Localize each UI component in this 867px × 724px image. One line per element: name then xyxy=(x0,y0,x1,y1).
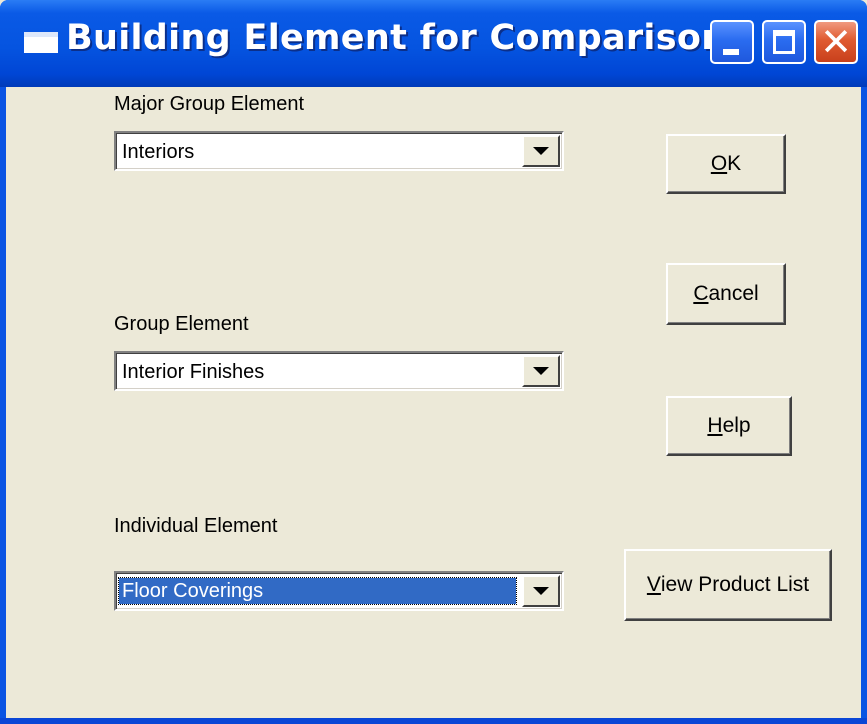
view-button-mnemonic: V xyxy=(646,573,661,596)
cancel-button[interactable]: Cancel xyxy=(666,263,786,325)
individual-combobox[interactable]: Floor Coverings xyxy=(114,571,564,611)
group-combobox[interactable]: Interior Finishes xyxy=(114,351,564,391)
group-label: Group Element xyxy=(114,313,249,335)
chevron-down-icon[interactable] xyxy=(522,575,560,607)
individual-value: Floor Coverings xyxy=(118,577,517,605)
dialog-window: Building Element for Comparison ✕ Major … xyxy=(0,0,867,724)
view-product-list-button[interactable]: View Product List xyxy=(624,549,832,621)
close-button[interactable]: ✕ xyxy=(814,20,858,64)
chevron-down-icon[interactable] xyxy=(522,135,560,167)
chevron-down-icon[interactable] xyxy=(522,355,560,387)
window-bottom-border xyxy=(0,718,867,724)
maximize-icon xyxy=(773,30,795,54)
cancel-button-mnemonic: C xyxy=(693,282,709,305)
individual-label: Individual Element xyxy=(114,515,278,537)
major-group-combobox[interactable]: Interiors xyxy=(114,131,564,171)
view-button-label-rest: iew Product List xyxy=(660,573,810,596)
title-bar[interactable]: Building Element for Comparison ✕ xyxy=(0,0,867,87)
minimize-button[interactable] xyxy=(710,20,754,64)
dialog-client-area: Major Group Element Interiors Group Elem… xyxy=(6,87,861,718)
help-button-mnemonic: H xyxy=(707,414,723,437)
group-value: Interior Finishes xyxy=(122,361,265,383)
ok-button-label-rest: K xyxy=(727,152,742,175)
major-group-label: Major Group Element xyxy=(114,93,305,115)
maximize-button[interactable] xyxy=(762,20,806,64)
window-icon[interactable] xyxy=(24,32,58,53)
cancel-button-label-rest: ancel xyxy=(708,282,759,305)
major-group-value: Interiors xyxy=(122,141,195,163)
ok-button[interactable]: OK xyxy=(666,134,786,194)
close-icon: ✕ xyxy=(820,20,852,64)
window-title: Building Element for Comparison xyxy=(66,18,727,58)
ok-button-mnemonic: O xyxy=(710,152,728,175)
help-button-label-rest: elp xyxy=(722,414,751,437)
help-button[interactable]: Help xyxy=(666,396,792,456)
minimize-icon xyxy=(723,49,739,55)
